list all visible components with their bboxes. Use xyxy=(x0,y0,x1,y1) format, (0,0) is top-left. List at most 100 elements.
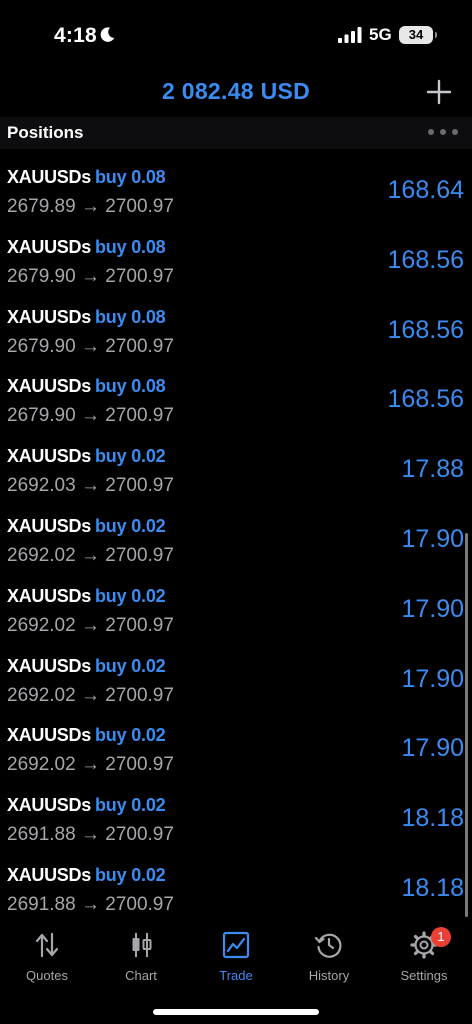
position-side-volume: buy 0.02 xyxy=(95,725,166,746)
position-symbol: XAUUSDs xyxy=(7,236,91,257)
position-row[interactable]: XAUUSDs buy 0.02 2691.88 → 2700.97 18.18 xyxy=(0,778,472,848)
arrow-right-icon: → xyxy=(75,684,106,706)
arrow-right-icon: → xyxy=(75,265,106,287)
position-side-volume: buy 0.02 xyxy=(95,655,166,676)
current-price: 2700.97 xyxy=(105,335,174,357)
arrow-right-icon: → xyxy=(75,754,106,776)
position-prices: 2692.02 → 2700.97 xyxy=(7,615,174,637)
tab-settings[interactable]: 1 Settings xyxy=(384,927,464,990)
position-symbol: XAUUSDs xyxy=(7,167,91,187)
arrow-right-icon: → xyxy=(75,614,106,636)
position-profit: 17.90 xyxy=(401,734,464,763)
position-side-volume: buy 0.02 xyxy=(95,795,166,816)
open-price: 2679.90 xyxy=(7,335,76,357)
tab-quotes[interactable]: Quotes xyxy=(7,930,87,990)
position-side-volume: buy 0.02 xyxy=(95,446,166,467)
position-row[interactable]: XAUUSDs buy 0.02 2692.02 → 2700.97 17.90 xyxy=(0,499,472,569)
position-profit: 168.56 xyxy=(387,315,464,344)
position-row[interactable]: XAUUSDs buy 0.02 2692.02 → 2700.97 17.90 xyxy=(0,569,472,639)
tab-label: Quotes xyxy=(26,968,68,983)
account-balance: 2 082.48 USD xyxy=(161,78,311,104)
position-profit: 17.88 xyxy=(401,455,464,484)
more-options-button[interactable] xyxy=(428,126,458,138)
open-price: 2679.89 xyxy=(7,196,76,217)
position-row[interactable]: XAUUSDs buy 0.02 2692.03 → 2700.97 17.88 xyxy=(0,429,472,499)
dot-icon xyxy=(452,129,458,135)
current-price: 2700.97 xyxy=(105,684,174,706)
position-profit: 17.90 xyxy=(401,594,464,623)
open-price: 2692.02 xyxy=(7,544,76,566)
position-prices: 2692.02 → 2700.97 xyxy=(7,754,174,776)
position-prices: 2692.03 → 2700.97 xyxy=(7,475,174,497)
position-profit: 168.56 xyxy=(387,245,464,274)
history-clock-icon xyxy=(314,933,342,958)
position-row[interactable]: XAUUSDs buy 0.08 2679.90 → 2700.97 168.56 xyxy=(0,359,472,429)
battery-indicator: 34 xyxy=(399,26,437,44)
position-profit: 17.90 xyxy=(401,524,464,553)
tab-label: Chart xyxy=(125,968,157,983)
tab-history[interactable]: History xyxy=(289,930,369,990)
position-prices: 2679.89 → 2700.97 xyxy=(7,196,174,218)
position-symbol: XAUUSDs xyxy=(7,585,91,606)
notification-badge: 1 xyxy=(431,927,451,947)
section-title: Positions xyxy=(7,123,84,142)
current-price: 2700.97 xyxy=(105,893,174,915)
home-indicator xyxy=(153,1009,319,1015)
position-side-volume: buy 0.08 xyxy=(95,306,166,327)
arrow-right-icon: → xyxy=(75,544,106,566)
open-price: 2691.88 xyxy=(7,893,76,915)
open-price: 2691.88 xyxy=(7,824,76,846)
positions-list: XAUUSDs buy 0.08 2679.89 → 2700.97 168.64 XA… xyxy=(0,150,472,920)
arrow-right-icon: → xyxy=(75,196,106,217)
current-price: 2700.97 xyxy=(105,196,174,217)
position-profit: 18.18 xyxy=(401,873,464,902)
tab-chart[interactable]: Chart xyxy=(101,930,181,990)
position-row[interactable]: XAUUSDs buy 0.02 2692.02 → 2700.97 17.90 xyxy=(0,639,472,709)
status-bar: 4:18 5G 34 xyxy=(0,0,472,70)
arrow-right-icon: → xyxy=(75,893,106,915)
current-price: 2700.97 xyxy=(105,265,174,287)
cellular-signal-icon xyxy=(338,27,362,43)
header: 2 082.48 USD xyxy=(0,70,472,116)
scrollbar[interactable] xyxy=(465,533,468,917)
tab-label: Settings xyxy=(400,968,448,983)
position-side-volume: buy 0.08 xyxy=(95,167,166,187)
status-time: 4:18 xyxy=(54,24,97,47)
open-price: 2692.02 xyxy=(7,684,76,706)
position-profit: 17.90 xyxy=(401,664,464,693)
position-symbol: XAUUSDs xyxy=(7,795,91,816)
position-prices: 2692.02 → 2700.97 xyxy=(7,685,174,707)
open-price: 2679.90 xyxy=(7,405,76,427)
trade-chart-icon xyxy=(222,931,250,959)
add-order-button[interactable] xyxy=(426,79,452,105)
open-price: 2679.90 xyxy=(7,265,76,287)
position-row[interactable]: XAUUSDs buy 0.08 2679.89 → 2700.97 168.64 xyxy=(0,150,472,220)
position-side-volume: buy 0.08 xyxy=(95,376,166,397)
dot-icon xyxy=(440,129,446,135)
position-row[interactable]: XAUUSDs buy 0.08 2679.90 → 2700.97 168.56 xyxy=(0,220,472,290)
position-prices: 2679.90 → 2700.97 xyxy=(7,336,174,358)
positions-section-header: Positions xyxy=(0,117,472,149)
position-row[interactable]: XAUUSDs buy 0.02 2692.02 → 2700.97 17.90 xyxy=(0,708,472,778)
open-price: 2692.02 xyxy=(7,614,76,636)
moon-icon xyxy=(100,27,115,42)
candlestick-icon xyxy=(132,933,152,957)
arrow-right-icon: → xyxy=(75,824,106,846)
arrow-right-icon: → xyxy=(75,405,106,427)
position-symbol: XAUUSDs xyxy=(7,306,91,327)
position-profit: 168.64 xyxy=(387,176,464,204)
position-prices: 2691.88 → 2700.97 xyxy=(7,824,174,846)
current-price: 2700.97 xyxy=(105,544,174,566)
position-row[interactable]: XAUUSDs buy 0.08 2679.90 → 2700.97 168.56 xyxy=(0,290,472,360)
position-symbol: XAUUSDs xyxy=(7,515,91,536)
position-symbol: XAUUSDs xyxy=(7,655,91,676)
tab-trade[interactable]: Trade xyxy=(196,930,276,990)
position-symbol: XAUUSDs xyxy=(7,725,91,746)
position-symbol: XAUUSDs xyxy=(7,864,91,885)
arrow-right-icon: → xyxy=(75,475,106,497)
network-type: 5G xyxy=(369,25,392,44)
position-side-volume: buy 0.02 xyxy=(95,515,166,536)
position-symbol: XAUUSDs xyxy=(7,376,91,397)
position-row[interactable]: XAUUSDs buy 0.02 2691.88 → 2700.97 18.18 xyxy=(0,848,472,918)
position-prices: 2679.90 → 2700.97 xyxy=(7,405,174,427)
